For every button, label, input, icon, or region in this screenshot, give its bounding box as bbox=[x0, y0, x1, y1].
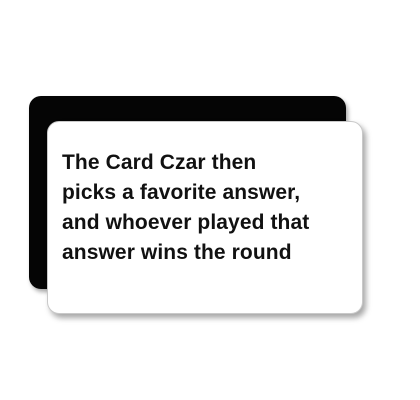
card-text-line: answer wins the round bbox=[62, 241, 292, 264]
card-text-line: picks a favorite answer, bbox=[62, 181, 301, 204]
card-stack: The Card Czar then picks a favorite answ… bbox=[0, 0, 420, 400]
card-text-line: The Card Czar then bbox=[62, 151, 257, 174]
card-text-line: and whoever played that bbox=[62, 211, 310, 234]
white-card: The Card Czar then picks a favorite answ… bbox=[47, 121, 363, 314]
card-text: The Card Czar then picks a favorite answ… bbox=[62, 148, 354, 268]
